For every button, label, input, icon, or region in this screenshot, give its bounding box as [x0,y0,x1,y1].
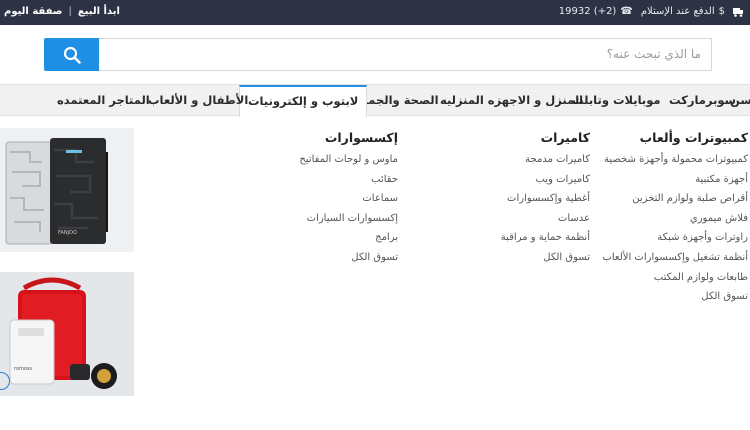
tab-home-appliances[interactable]: المنزل و الاجهزه المنزليه [440,85,583,116]
column-title[interactable]: إكسسوارات [299,130,398,145]
menu-link[interactable]: كاميرات مدمجة [501,150,590,170]
dollar-icon: $ [718,6,725,17]
top-info: $ الدفع عند الإستلام ☎ 19932 (+2) [559,6,744,17]
menu-link[interactable]: كمبيوترات محمولة وأجهزة شخصية [602,150,748,170]
menu-link[interactable]: أجهزة مكتبية [602,170,748,190]
search-input[interactable]: ما الذي تبحث عنه؟ [99,38,712,71]
powerbank2-brand: romoss [14,366,33,372]
menu-column-cameras: كاميرات كاميرات مدمجة كاميرات ويب أغطية … [501,130,590,268]
menu-link[interactable]: عدسات [501,209,590,229]
menu-link[interactable]: فلاش ميموري [602,209,748,229]
column-title[interactable]: كاميرات [501,130,590,145]
menu-link[interactable]: برامج [299,228,398,248]
search-bar: ما الذي تبحث عنه؟ [44,38,712,71]
menu-link[interactable]: تسوق الكل [602,287,748,307]
phone-number: 19932 (+2) [558,6,617,17]
search-icon [63,46,81,64]
cod-item: $ الدفع عند الإستلام [641,6,725,17]
search-button[interactable] [44,38,99,71]
column-title[interactable]: كمبيوترات وألعاب [602,130,748,145]
divider: | [68,6,72,17]
menu-link[interactable]: تسوق الكل [501,248,590,268]
menu-link[interactable]: أغطية وإكسسوارات [501,189,590,209]
powerbank-image: FANJOO [0,128,134,252]
promo-banner-accessories[interactable]: romoss [0,272,134,396]
menu-column-accessories: إكسسوارات ماوس و لوحات المفاتيح حقائب سم… [299,130,398,268]
menu-link[interactable]: كاميرات ويب [501,170,590,190]
top-bar: ابدأ البيع | صفقة اليوم $ الدفع عند الإس… [0,0,750,25]
tab-certified-stores[interactable]: المتاجر المعتمده [57,85,150,116]
deal-of-day-link[interactable]: صفقة اليوم [4,6,62,17]
promo-banner-powerbank[interactable]: FANJOO [0,128,134,252]
menu-link[interactable]: ماوس و لوحات المفاتيح [299,150,398,170]
start-selling-link[interactable]: ابدأ البيع [78,6,120,17]
phone-item[interactable]: ☎ 19932 (+2) [559,6,633,17]
menu-link[interactable]: تسوق الكل [299,248,398,268]
menu-link[interactable]: راوترات وأجهزة شبكة [602,228,748,248]
tab-laptops-electronics[interactable]: لابتوب و إلكترونيات [239,85,368,117]
menu-link[interactable]: طابعات ولوازم المكتب [602,268,748,288]
powerbank-brand: FANJOO [58,230,77,236]
speaker-powerbank-image: romoss [0,272,134,396]
menu-link[interactable]: إكسسوارات السيارات [299,209,398,229]
tab-kids-toys[interactable]: الأطفال و الألعاب [148,85,248,116]
menu-link[interactable]: حقائب [299,170,398,190]
menu-link[interactable]: سماعات [299,189,398,209]
menu-link[interactable]: أنظمة حماية و مراقبة [501,228,590,248]
menu-link[interactable]: أقراص صلبة ولوازم التخزين [602,189,748,209]
menu-column-computers: كمبيوترات وألعاب كمبيوترات محمولة وأجهزة… [602,130,748,307]
cod-label: الدفع عند الإستلام [640,6,715,17]
seller-links: ابدأ البيع | صفقة اليوم [4,6,120,17]
tab-mobiles[interactable]: موبايلات وتابلت [572,85,661,116]
tab-supermarket[interactable]: سوبرماركت [669,85,736,116]
category-nav: سن سوبرماركت موبايلات وتابلت المنزل و ال… [0,84,750,117]
phone-icon: ☎ [620,6,633,17]
menu-link[interactable]: أنظمة تشغيل وإكسسوارات الألعاب [602,248,748,268]
truck-icon [733,7,744,17]
